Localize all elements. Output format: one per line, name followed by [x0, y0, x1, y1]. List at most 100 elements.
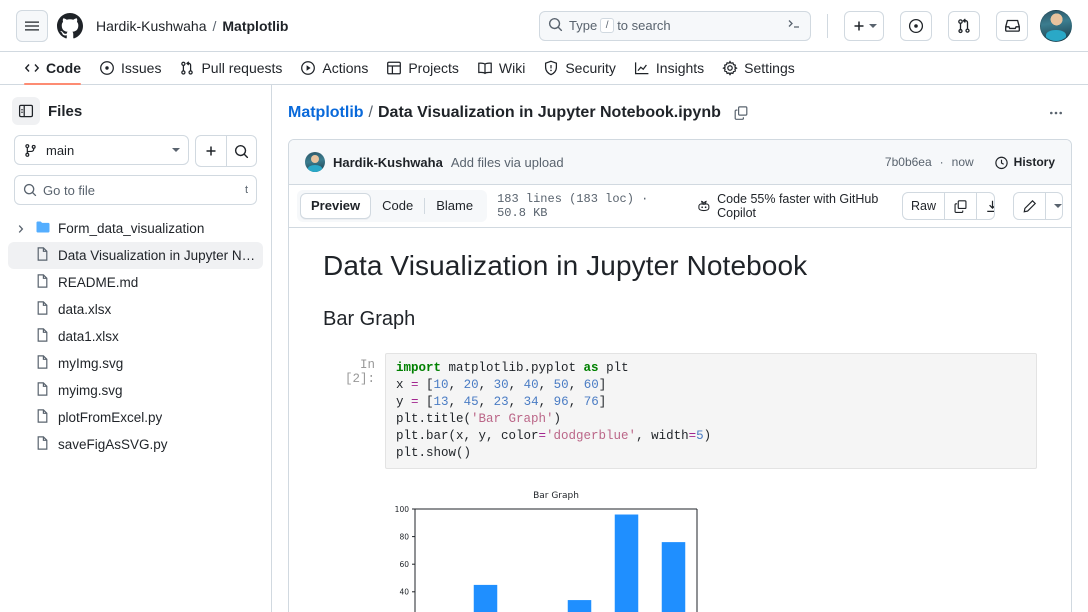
edit-menu-button[interactable] — [1044, 193, 1062, 219]
breadcrumb-repo-link[interactable]: Matplotlib — [288, 104, 364, 122]
commit-time: now — [951, 155, 974, 169]
page-body: Files main Go to file t Form_data_visual… — [0, 85, 1088, 612]
view-mode-tabs: Preview Code Blame — [297, 190, 488, 222]
search-slash-key: / — [600, 18, 615, 33]
tree-item-file[interactable]: README.md — [8, 269, 263, 296]
plus-icon — [854, 21, 864, 30]
chevron-right-icon[interactable] — [14, 224, 28, 234]
commit-dot: · — [939, 155, 944, 169]
sidebar-collapse-icon[interactable] — [12, 97, 40, 125]
tree-item-file[interactable]: saveFigAsSVG.py — [8, 431, 263, 458]
table-icon — [387, 61, 402, 75]
nav-tab-settings[interactable]: Settings — [714, 52, 803, 84]
nav-tab-pull-requests[interactable]: Pull requests — [171, 52, 290, 84]
global-header: Hardik-Kushwaha / Matplotlib Type / to s… — [0, 0, 1088, 52]
files-title: Files — [48, 102, 83, 120]
tree-item-file[interactable]: myimg.svg — [8, 377, 263, 404]
repository-nav: Code Issues Pull requests Actions Projec… — [0, 52, 1088, 85]
nav-tab-issues[interactable]: Issues — [91, 52, 169, 84]
nav-tab-wiki[interactable]: Wiki — [469, 52, 533, 84]
file-tree-sidebar: Files main Go to file t Form_data_visual… — [0, 85, 272, 612]
nav-tab-label: Security — [565, 60, 616, 76]
search-icon — [234, 144, 249, 158]
file-icon — [35, 327, 51, 346]
tree-item-folder[interactable]: Form_data_visualization — [8, 215, 263, 242]
nav-tab-projects[interactable]: Projects — [378, 52, 467, 84]
search-placeholder-suffix: to search — [617, 18, 671, 33]
hamburger-menu-button[interactable] — [16, 9, 48, 42]
author-avatar[interactable] — [305, 152, 325, 172]
git-branch-icon — [25, 143, 36, 157]
play-icon — [301, 61, 316, 75]
tab-code[interactable]: Code — [371, 193, 424, 219]
tree-item-file[interactable]: myImg.svg — [8, 350, 263, 377]
copilot-icon — [698, 200, 710, 212]
history-icon — [994, 156, 1008, 169]
plus-icon — [206, 146, 216, 156]
svg-text:60: 60 — [399, 560, 409, 569]
cell-source-code[interactable]: import matplotlib.pyplot as plt x = [10,… — [385, 353, 1037, 469]
tab-blame[interactable]: Blame — [425, 193, 484, 219]
sidebar-actions — [195, 135, 257, 167]
breadcrumb-repo[interactable]: Matplotlib — [222, 18, 288, 34]
nav-tab-code[interactable]: Code — [16, 52, 89, 85]
file-icon — [35, 435, 51, 454]
raw-button[interactable]: Raw — [903, 193, 944, 219]
graph-icon — [634, 62, 649, 75]
file-icon — [35, 246, 51, 265]
tree-item-file[interactable]: data1.xlsx — [8, 323, 263, 350]
file-icon — [35, 273, 51, 292]
add-file-button[interactable] — [196, 136, 226, 166]
file-icon — [35, 381, 51, 400]
nav-tab-insights[interactable]: Insights — [626, 52, 712, 84]
commit-message[interactable]: Add files via upload — [451, 155, 564, 170]
tree-item-file[interactable]: plotFromExcel.py — [8, 404, 263, 431]
edit-file-button[interactable] — [1014, 193, 1045, 219]
global-search-input[interactable]: Type / to search — [539, 10, 811, 41]
tree-item-label: saveFigAsSVG.py — [58, 437, 168, 452]
commit-sha[interactable]: 7b0b6ea — [885, 155, 932, 169]
copy-path-icon[interactable] — [733, 105, 749, 121]
create-new-button[interactable] — [844, 10, 884, 41]
copy-icon — [954, 199, 967, 213]
copilot-promo-text: Code 55% faster with GitHub Copilot — [717, 192, 879, 220]
latest-commit-bar: Hardik-Kushwaha Add files via upload 7b0… — [289, 140, 1071, 185]
tree-item-file[interactable]: data.xlsx — [8, 296, 263, 323]
user-avatar[interactable] — [1040, 9, 1072, 42]
tree-item-label: Data Visualization in Jupyter Note... — [58, 248, 257, 263]
folder-icon — [35, 219, 51, 238]
git-pull-request-icon — [181, 61, 194, 75]
go-to-file-input[interactable]: Go to file t — [14, 175, 257, 205]
copy-raw-button[interactable] — [944, 193, 976, 219]
tree-item-label: Form_data_visualization — [58, 221, 205, 236]
command-palette-icon[interactable] — [786, 16, 802, 35]
nav-tab-security[interactable]: Security — [535, 52, 624, 84]
github-logo-icon[interactable] — [56, 12, 84, 40]
tree-item-label: myimg.svg — [58, 383, 123, 398]
sidebar-search-button[interactable] — [226, 136, 256, 166]
download-icon — [987, 200, 994, 212]
kebab-menu-icon[interactable] — [1040, 99, 1072, 127]
nav-tab-label: Code — [46, 60, 81, 76]
download-button[interactable] — [976, 193, 994, 219]
branch-selector[interactable]: main — [14, 135, 189, 165]
tab-preview[interactable]: Preview — [300, 193, 372, 219]
nav-tab-actions[interactable]: Actions — [292, 52, 376, 84]
nav-tab-label: Settings — [744, 60, 795, 76]
notebook-section-heading: Bar Graph — [323, 308, 416, 330]
header-divider — [827, 13, 828, 38]
pull-requests-button[interactable] — [948, 10, 980, 41]
notebook-output: Bar Graph 40 60 80 100 — [323, 487, 1037, 612]
tree-item-file-selected[interactable]: Data Visualization in Jupyter Note... — [8, 242, 263, 269]
search-placeholder: Type / to search — [569, 18, 780, 33]
commit-author[interactable]: Hardik-Kushwaha — [333, 155, 443, 170]
bar-chart: Bar Graph 40 60 80 100 — [385, 487, 705, 612]
breadcrumb-owner[interactable]: Hardik-Kushwaha — [96, 18, 207, 34]
branch-row: main — [0, 135, 271, 175]
notifications-inbox-button[interactable] — [996, 10, 1028, 41]
tree-item-label: data.xlsx — [58, 302, 112, 317]
issues-button[interactable] — [900, 10, 932, 41]
history-link[interactable]: History — [994, 155, 1055, 170]
search-icon — [548, 17, 563, 35]
copilot-promo[interactable]: Code 55% faster with GitHub Copilot — [697, 192, 892, 220]
